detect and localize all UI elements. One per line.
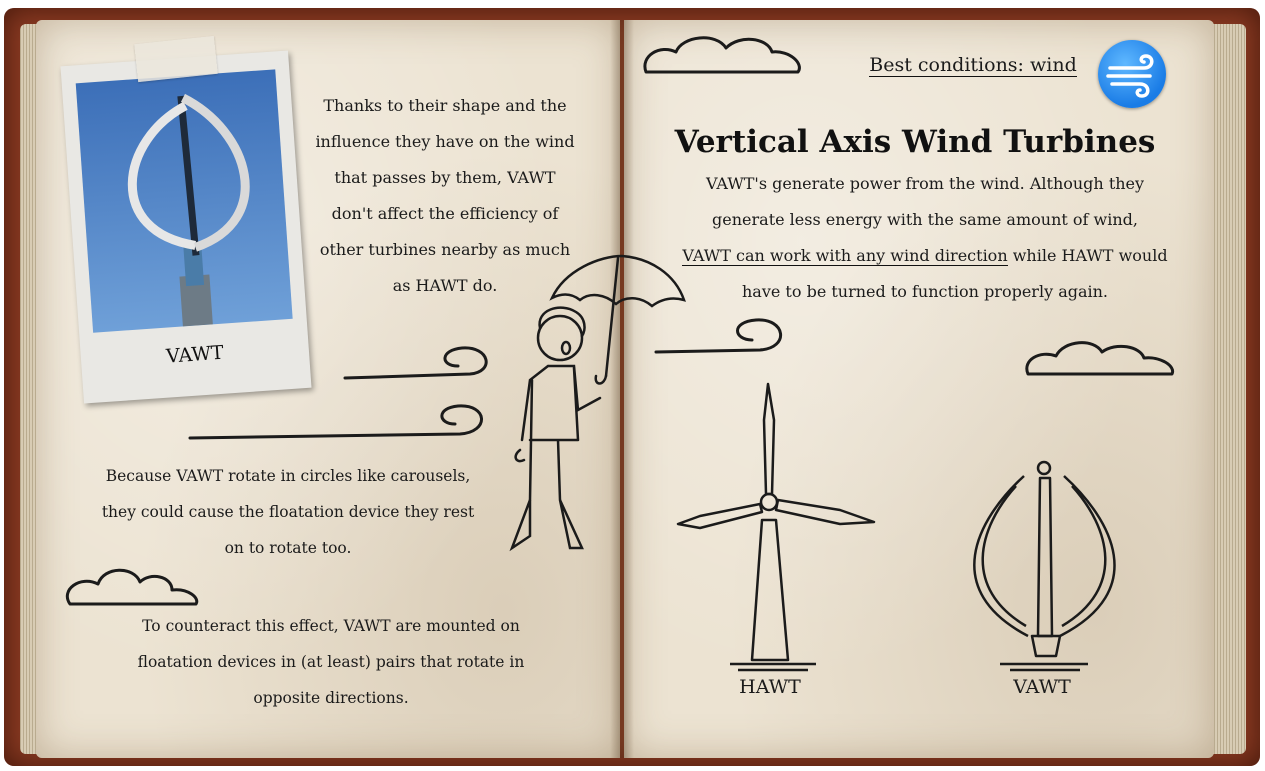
highlight-text: VAWT can work with any wind direction (682, 246, 1008, 266)
text-fragment: while HAWT would (1007, 246, 1168, 265)
page-title: Vertical Axis Wind Turbines (674, 124, 1156, 160)
best-conditions-label: Best conditions: wind (858, 50, 1088, 80)
hawt-turbine-icon (676, 382, 876, 672)
vawt-turbine-icon (973, 460, 1116, 672)
text-line: have to be turned to function properly a… (741, 282, 1109, 301)
text-line: generate less energy with the same amoun… (712, 210, 1138, 229)
intro-paragraph: VAWT's generate power from the wind. Alt… (650, 166, 1200, 310)
best-conditions-text: Best conditions: wind (869, 54, 1077, 77)
text-line: VAWT can work with any wind direction wh… (650, 238, 1200, 274)
journal-book: VAWT Thanks to their shape and the influ… (0, 0, 1265, 771)
hawt-label: HAWT (739, 676, 801, 698)
wind-glyph (1106, 54, 1154, 98)
wind-icon (1098, 40, 1166, 108)
text-line: VAWT's generate power from the wind. Alt… (705, 174, 1145, 193)
vawt-label: VAWT (1013, 676, 1071, 698)
wind-swirl-icon (654, 318, 782, 354)
right-page-doodles (643, 36, 1175, 672)
